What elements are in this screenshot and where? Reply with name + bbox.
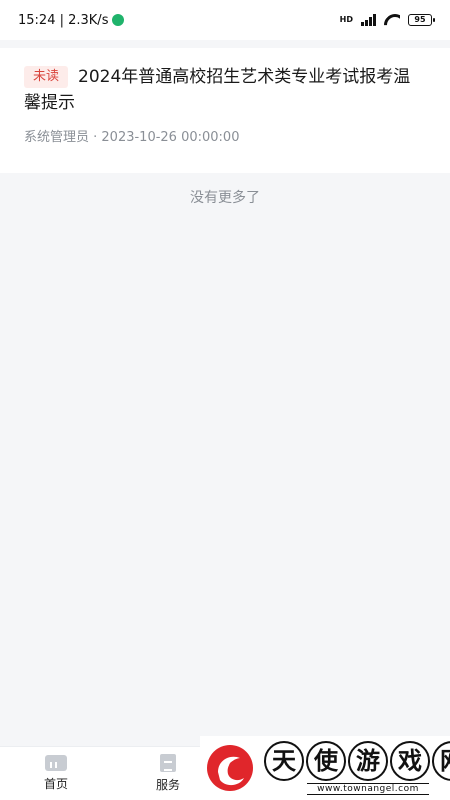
top-spacer: [0, 40, 450, 48]
home-icon: [45, 755, 67, 771]
watermark-url: www.townangel.com: [307, 783, 429, 795]
watermark-char: 天: [264, 741, 304, 781]
nav-home-label: 首页: [43, 777, 68, 791]
watermark-logo-icon: [204, 742, 256, 794]
status-time-speed: 15:24 | 2.3K/s: [18, 12, 109, 28]
watermark-char: 使: [306, 741, 346, 781]
message-title-line: 未读 2024年普通高校招生艺术类专业考试报考温馨提示: [24, 64, 426, 116]
watermark-char: 戏: [390, 741, 430, 781]
nav-home[interactable]: 首页: [0, 747, 112, 800]
list-end-text: 没有更多了: [190, 190, 260, 206]
watermark-text: 天 使 游 戏 网 www.townangel.com: [264, 741, 450, 795]
watermark-title: 天 使 游 戏 网: [264, 741, 450, 781]
unread-badge: 未读: [24, 66, 69, 88]
hd-indicator: HD: [339, 15, 353, 24]
site-watermark: 天 使 游 戏 网 www.townangel.com: [200, 736, 450, 800]
battery-level: 95: [414, 15, 426, 24]
document-icon: [160, 754, 176, 772]
message-title: 2024年普通高校招生艺术类专业考试报考温馨提示: [24, 67, 411, 113]
message-item[interactable]: 未读 2024年普通高校招生艺术类专业考试报考温馨提示 系统管理员 · 2023-…: [0, 48, 450, 173]
status-left: 15:24 | 2.3K/s: [18, 12, 125, 28]
watermark-char: 网: [432, 741, 450, 781]
status-bar: 15:24 | 2.3K/s HD 95: [0, 0, 450, 40]
status-right: HD 95: [339, 14, 435, 26]
battery-icon: 95: [408, 14, 435, 26]
message-meta: 系统管理员 · 2023-10-26 00:00:00: [24, 130, 240, 145]
watermark-char: 游: [348, 741, 388, 781]
shield-icon: [112, 14, 125, 26]
signal-icon: [361, 14, 376, 26]
nav-service-label: 服务: [155, 778, 180, 792]
wifi-icon: [384, 14, 400, 26]
